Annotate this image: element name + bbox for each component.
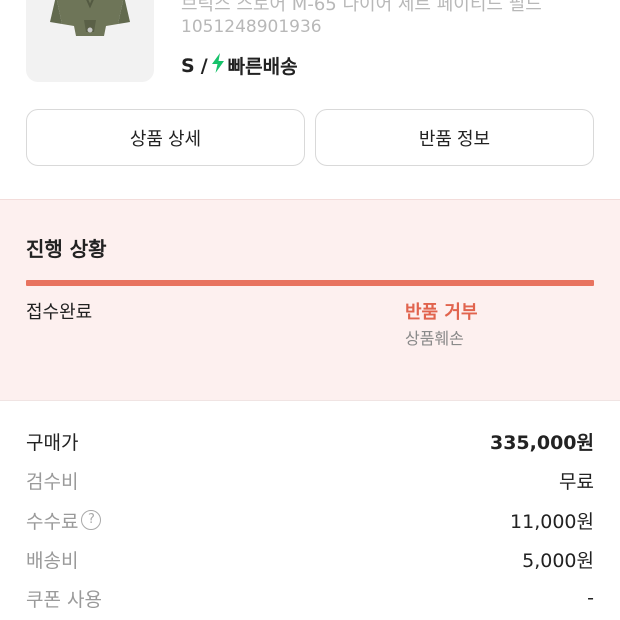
product-thumbnail[interactable] [26, 0, 154, 82]
shipping-value: 5,000원 [522, 549, 594, 572]
shipping-label: 배송비 [26, 549, 79, 572]
question-circle-icon[interactable]: ? [81, 510, 102, 530]
return-reason: 상품훼손 [405, 329, 464, 348]
product-size: S [181, 54, 195, 77]
price-row-coupon: 쿠폰 사용 - [26, 583, 594, 613]
fast-delivery-label: 빠른배송 [227, 56, 298, 78]
coupon-value: - [587, 587, 594, 609]
price-row-fee: 수수료 ? 11,000원 [26, 505, 594, 535]
inspection-label: 검수비 [26, 470, 79, 493]
purchase-label: 구매가 [26, 431, 79, 454]
product-code: 1051248901936 [181, 17, 322, 37]
lightning-icon [211, 53, 225, 78]
purchase-value: 335,000원 [489, 431, 594, 454]
progress-title: 진행 상황 [26, 237, 107, 261]
fee-label-group: 수수료 ? [26, 507, 102, 534]
product-name: 브릭스 스토어 M-65 다이어 세트 페이티드 필드 [181, 0, 542, 15]
coupon-label: 쿠폰 사용 [26, 588, 102, 611]
product-detail-button[interactable]: 상품 상세 [26, 109, 305, 166]
price-row-inspection: 검수비 무료 [26, 465, 594, 495]
option-separator: / [200, 54, 208, 77]
step-received: 접수완료 [26, 302, 93, 323]
progress-section: 진행 상황 접수완료 반품 거부 상품훼손 [0, 199, 620, 401]
price-row-purchase: 구매가 335,000원 [26, 426, 594, 456]
return-info-button[interactable]: 반품 정보 [315, 109, 594, 166]
price-row-shipping: 배송비 5,000원 [26, 544, 594, 574]
return-status: 반품 거부 [405, 302, 478, 323]
product-option: S / 빠른배송 [181, 52, 298, 79]
fee-label: 수수료 [26, 510, 79, 533]
jacket-image [50, 0, 130, 36]
progress-bar [26, 280, 594, 286]
inspection-value: 무료 [559, 470, 594, 493]
fee-value: 11,000원 [510, 510, 594, 533]
product-summary: 브릭스 스토어 M-65 다이어 세트 페이티드 필드 105124890193… [0, 0, 620, 100]
